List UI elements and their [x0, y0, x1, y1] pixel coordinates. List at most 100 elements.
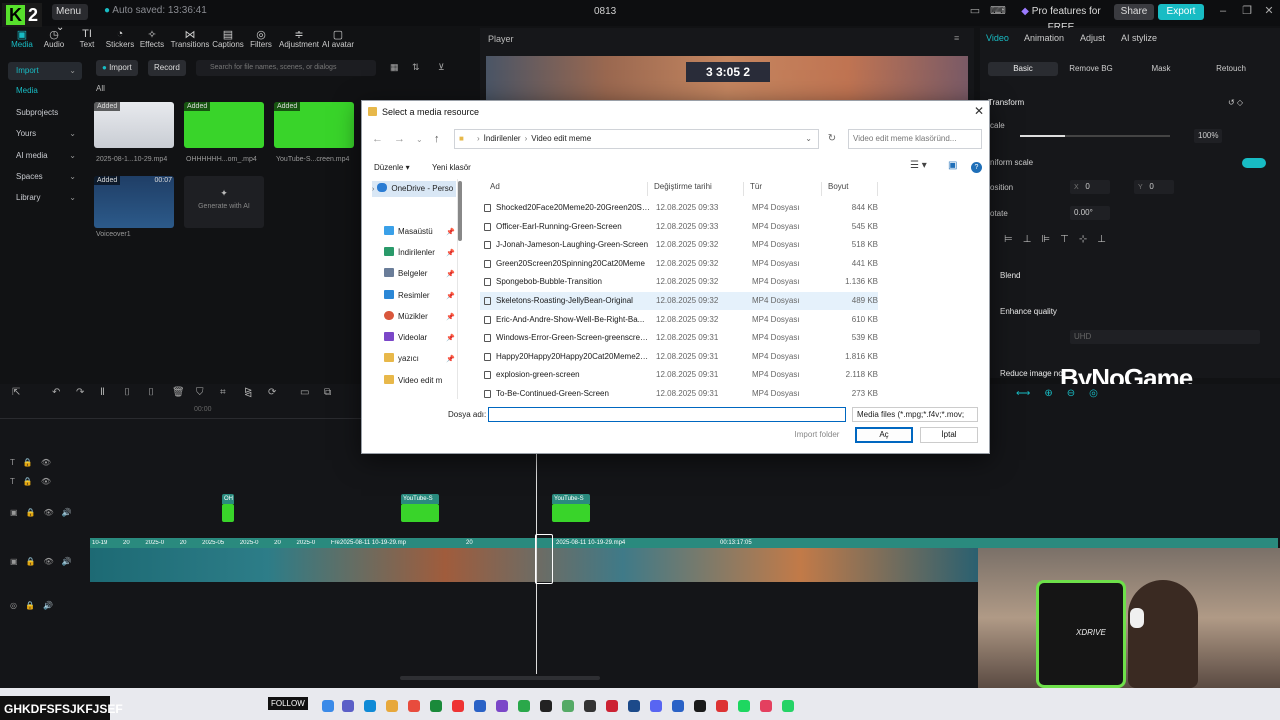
refresh-icon[interactable]: ↻: [822, 129, 842, 149]
minimize-icon[interactable]: –: [1216, 4, 1230, 18]
tab-video[interactable]: Video: [986, 33, 1009, 43]
file-row[interactable]: Happy20Happy20Happy20Cat20Meme20... 12.08…: [480, 348, 878, 366]
overlay-clip-1[interactable]: [222, 504, 234, 522]
taskbar-app-icon[interactable]: [452, 700, 464, 712]
nav-videos[interactable]: Videolar: [384, 330, 427, 346]
undo-icon[interactable]: ↶: [52, 387, 60, 398]
sidebar-item-import[interactable]: Import ⌄: [8, 62, 82, 80]
filter-icon[interactable]: ⊻: [438, 62, 445, 73]
tab-effects[interactable]: ✧ Effects: [132, 28, 172, 49]
new-folder-button[interactable]: Yeni klasör: [432, 163, 471, 172]
organize-menu[interactable]: Düzenle ▾: [374, 163, 410, 172]
media-thumb-3[interactable]: Added: [274, 102, 354, 148]
forward-icon[interactable]: →: [394, 133, 405, 145]
taskbar-app-icon[interactable]: [782, 700, 794, 712]
shortcuts-icon[interactable]: ⌨: [990, 4, 1006, 18]
position-y-input[interactable]: Y 0: [1134, 180, 1174, 194]
tab-adjustment[interactable]: ≑ Adjustment: [279, 28, 319, 49]
timeline-scrollbar[interactable]: [400, 676, 600, 680]
filename-input[interactable]: [488, 407, 846, 422]
file-row[interactable]: Skeletons-Roasting-JellyBean-Original 12.…: [480, 292, 878, 310]
nav-pictures[interactable]: Resimler: [384, 288, 430, 304]
taskbar-app-icon[interactable]: [322, 700, 334, 712]
column-date[interactable]: Değiştirme tarihi: [648, 182, 744, 196]
sidebar-item-library[interactable]: Library ⌄: [8, 189, 82, 207]
open-button[interactable]: Aç: [855, 427, 913, 443]
split-icon[interactable]: Ⅱ: [100, 387, 105, 398]
generate-with-ai-button[interactable]: ✦ Generate with AI: [184, 176, 264, 228]
timeline-right-tools[interactable]: ⟷⊕⊖◎: [1016, 388, 1112, 399]
nav-desktop[interactable]: Masaüstü: [384, 224, 433, 240]
taskbar-app-icon[interactable]: [430, 700, 442, 712]
select-tool-icon[interactable]: ⇱: [12, 387, 20, 398]
subtab-retouch[interactable]: Retouch: [1200, 62, 1262, 76]
taskbar-app-icon[interactable]: [694, 700, 706, 712]
nav-onedrive[interactable]: › OneDrive - Perso: [372, 181, 456, 197]
rotate-input[interactable]: 0.00°: [1070, 206, 1110, 220]
tab-ai-stylize[interactable]: AI stylize: [1121, 33, 1157, 43]
tab-ai-avatar[interactable]: ▢ AI avatar: [318, 28, 358, 49]
track-controls-audio[interactable]: ◎🔒🔊: [10, 601, 61, 610]
taskbar-app-icon[interactable]: [364, 700, 376, 712]
export-button[interactable]: Export: [1158, 4, 1204, 20]
taskbar-app-icon[interactable]: [760, 700, 772, 712]
address-bar[interactable]: ■ › İndirilenler › Video edit meme ⌄: [454, 129, 819, 149]
taskbar-app-icon[interactable]: [606, 700, 618, 712]
player-menu-icon[interactable]: ≡: [954, 33, 959, 43]
mirror-icon[interactable]: ⧎: [244, 387, 252, 398]
taskbar-app-icon[interactable]: [562, 700, 574, 712]
maximize-icon[interactable]: ❐: [1240, 4, 1254, 18]
breadcrumb-downloads[interactable]: İndirilenler: [484, 134, 521, 143]
file-row[interactable]: Spongebob-Bubble-Transition 12.08.2025 09…: [480, 273, 878, 291]
enhance-quality-section[interactable]: Enhance quality: [1000, 307, 1057, 316]
file-row[interactable]: Shocked20Face20Meme20-20Green20Scr... 12.…: [480, 199, 878, 217]
filter-all[interactable]: All: [96, 84, 105, 93]
shield-icon[interactable]: ⛉: [196, 387, 204, 398]
grid-view-icon[interactable]: ▦: [390, 62, 399, 73]
subtab-mask[interactable]: Mask: [1130, 62, 1192, 76]
sidebar-item-subprojects[interactable]: Subprojects: [8, 104, 82, 122]
nav-video-edit-folder[interactable]: Video edit m: [384, 373, 442, 389]
taskbar-app-icon[interactable]: [474, 700, 486, 712]
up-icon[interactable]: ↑: [434, 133, 440, 145]
view-options-icon[interactable]: ☰ ▾: [910, 160, 927, 171]
back-icon[interactable]: ←: [372, 133, 383, 145]
taskbar-app-icon[interactable]: [408, 700, 420, 712]
cancel-button[interactable]: İptal: [920, 427, 978, 443]
tab-animation[interactable]: Animation: [1024, 33, 1064, 43]
position-x-input[interactable]: X 0: [1070, 180, 1110, 194]
track-controls-overlay[interactable]: ▣🔒👁🔊: [10, 508, 80, 517]
taskbar-app-icon[interactable]: [540, 700, 552, 712]
sidebar-item-yours[interactable]: Yours ⌄: [8, 125, 82, 143]
file-row[interactable]: To-Be-Continued-Green-Screen 12.08.2025 0…: [480, 385, 878, 401]
menu-button[interactable]: Menu ⌄: [52, 4, 88, 33]
sort-icon[interactable]: ⇅: [412, 62, 420, 73]
pip-icon[interactable]: ⧉: [324, 387, 331, 398]
folder-search-input[interactable]: Video edit meme klasöründ...: [848, 129, 982, 149]
taskbar-app-icon[interactable]: [650, 700, 662, 712]
import-folder-button[interactable]: Import folder: [786, 427, 848, 443]
sidebar-item-media[interactable]: Media: [8, 82, 82, 100]
nav-downloads[interactable]: İndirilenler: [384, 245, 435, 261]
column-size[interactable]: Boyut: [822, 182, 878, 196]
scale-slider[interactable]: [1020, 135, 1170, 137]
file-row[interactable]: Green20Screen20Spinning20Cat20Meme 12.08.…: [480, 255, 878, 273]
help-icon[interactable]: ?: [971, 162, 982, 173]
address-dropdown-icon[interactable]: ⌄: [805, 130, 812, 148]
uniform-scale-toggle[interactable]: [1242, 158, 1266, 168]
subtab-basic[interactable]: Basic: [988, 62, 1058, 76]
media-thumb-voiceover[interactable]: Added 00:07: [94, 176, 174, 228]
transform-section[interactable]: Transform: [988, 98, 1024, 107]
media-thumb-2[interactable]: Added: [184, 102, 264, 148]
track-controls-main[interactable]: ▣🔒👁🔊: [10, 557, 80, 566]
file-row[interactable]: explosion-green-screen 12.08.2025 09:31 MP…: [480, 366, 878, 384]
project-name[interactable]: 0813: [594, 6, 616, 17]
track-controls-text2[interactable]: T🔒👁: [10, 477, 59, 486]
align-icons[interactable]: ⊨⊥⊫⊤⊹⊥: [1004, 234, 1116, 245]
layout-icon[interactable]: ▭: [968, 4, 982, 18]
uhd-select[interactable]: UHD: [1070, 330, 1260, 344]
reduce-noise-section[interactable]: Reduce image no: [1000, 369, 1063, 378]
window-close-icon[interactable]: ✕: [1262, 4, 1276, 18]
column-name[interactable]: Ad: [484, 182, 648, 196]
sidebar-item-ai-media[interactable]: AI media ⌄: [8, 147, 82, 165]
